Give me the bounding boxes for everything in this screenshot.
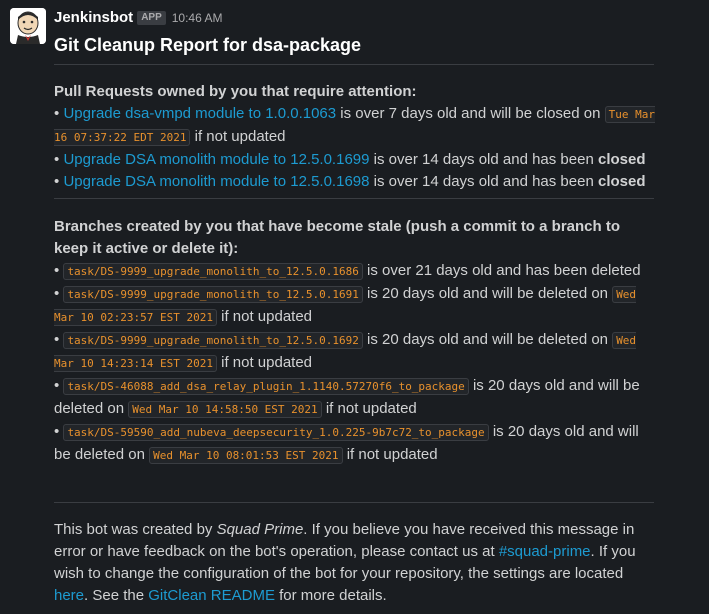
closed-label: closed	[597, 173, 646, 190]
jenkins-logo-icon	[10, 8, 46, 44]
branch-status-text: is 20 days old and will be deleted on	[362, 331, 613, 348]
branch-name-code: task/DS-46088_add_dsa_relay_plugin_1.114…	[63, 378, 469, 395]
footer-text: This bot was created by Squad Prime. If …	[54, 519, 654, 607]
bullet: •	[54, 423, 60, 440]
branch-status-text: if not updated	[321, 400, 417, 417]
bullet: •	[54, 331, 60, 348]
date-code: Wed Mar 10 08:01:53 EST 2021	[149, 447, 343, 464]
sender-name[interactable]: Jenkinsbot	[54, 9, 133, 26]
list-item: • task/DS-59590_add_nubeva_deepsecurity_…	[54, 421, 654, 467]
branch-status-text: is 20 days old and will be deleted on	[362, 285, 613, 302]
list-item: • Upgrade dsa-vmpd module to 1.0.0.1063 …	[54, 103, 664, 149]
branches-heading: Branches created by you that have become…	[54, 218, 620, 257]
pr-status-text: is over 7 days old and will be closed on	[336, 105, 605, 122]
list-item: • task/DS-9999_upgrade_monolith_to_12.5.…	[54, 329, 654, 375]
pull-requests-section: Pull Requests owned by you that require …	[54, 81, 664, 193]
closed-label: closed	[597, 151, 646, 168]
list-item: • Upgrade DSA monolith module to 12.5.0.…	[54, 149, 664, 171]
branch-name-code: task/DS-59590_add_nubeva_deepsecurity_1.…	[63, 424, 489, 441]
bullet: •	[54, 285, 60, 302]
divider	[54, 502, 654, 503]
timestamp[interactable]: 10:46 AM	[172, 11, 223, 25]
footer-text-part: . See the	[84, 587, 149, 604]
bullet: •	[54, 262, 60, 279]
bullet: •	[54, 377, 60, 394]
branches-section: Branches created by you that have become…	[54, 216, 654, 467]
divider	[54, 198, 654, 199]
squad-name: Squad Prime	[216, 521, 304, 538]
list-item: • task/DS-9999_upgrade_monolith_to_12.5.…	[54, 283, 654, 329]
pr-status-text: if not updated	[190, 128, 286, 145]
pr-status-text: is over 14 days old and has been	[369, 173, 598, 190]
pr-link[interactable]: Upgrade DSA monolith module to 12.5.0.16…	[63, 173, 369, 190]
bullet: •	[54, 173, 60, 190]
app-badge: APP	[137, 11, 166, 25]
list-item: • Upgrade DSA monolith module to 12.5.0.…	[54, 171, 664, 193]
branch-status-text: if not updated	[216, 308, 313, 325]
pr-link[interactable]: Upgrade DSA monolith module to 12.5.0.16…	[63, 151, 369, 168]
branch-status-text: is over 21 days old and has been deleted	[362, 262, 641, 279]
pull-requests-heading: Pull Requests owned by you that require …	[54, 83, 417, 100]
pr-link[interactable]: Upgrade dsa-vmpd module to 1.0.0.1063	[63, 105, 336, 122]
footer-text-part: This bot was created by	[54, 521, 217, 538]
report-title: Git Cleanup Report for dsa-package	[54, 35, 362, 55]
message-header: Jenkinsbot APP 10:46 AM	[54, 8, 222, 28]
jenkins-avatar[interactable]	[10, 8, 46, 44]
list-item: • task/DS-46088_add_dsa_relay_plugin_1.1…	[54, 375, 654, 421]
footer-text-part: for more details.	[274, 587, 387, 604]
branch-name-code: task/DS-9999_upgrade_monolith_to_12.5.0.…	[63, 263, 363, 280]
branch-status-text: if not updated	[342, 446, 438, 463]
divider	[54, 64, 654, 65]
bot-message: Jenkinsbot APP 10:46 AM Git Cleanup Report…	[0, 0, 709, 614]
readme-link[interactable]: GitClean README	[148, 587, 275, 604]
branch-status-text: if not updated	[216, 354, 313, 371]
list-item: • task/DS-9999_upgrade_monolith_to_12.5.…	[54, 260, 654, 283]
settings-link[interactable]: here	[54, 587, 84, 604]
pr-status-text: is over 14 days old and has been	[369, 151, 598, 168]
branch-name-code: task/DS-9999_upgrade_monolith_to_12.5.0.…	[63, 332, 363, 349]
channel-link[interactable]: #squad-prime	[499, 543, 591, 560]
bullet: •	[54, 105, 60, 122]
date-code: Wed Mar 10 14:58:50 EST 2021	[128, 401, 322, 418]
bullet: •	[54, 151, 60, 168]
branch-name-code: task/DS-9999_upgrade_monolith_to_12.5.0.…	[63, 286, 363, 303]
